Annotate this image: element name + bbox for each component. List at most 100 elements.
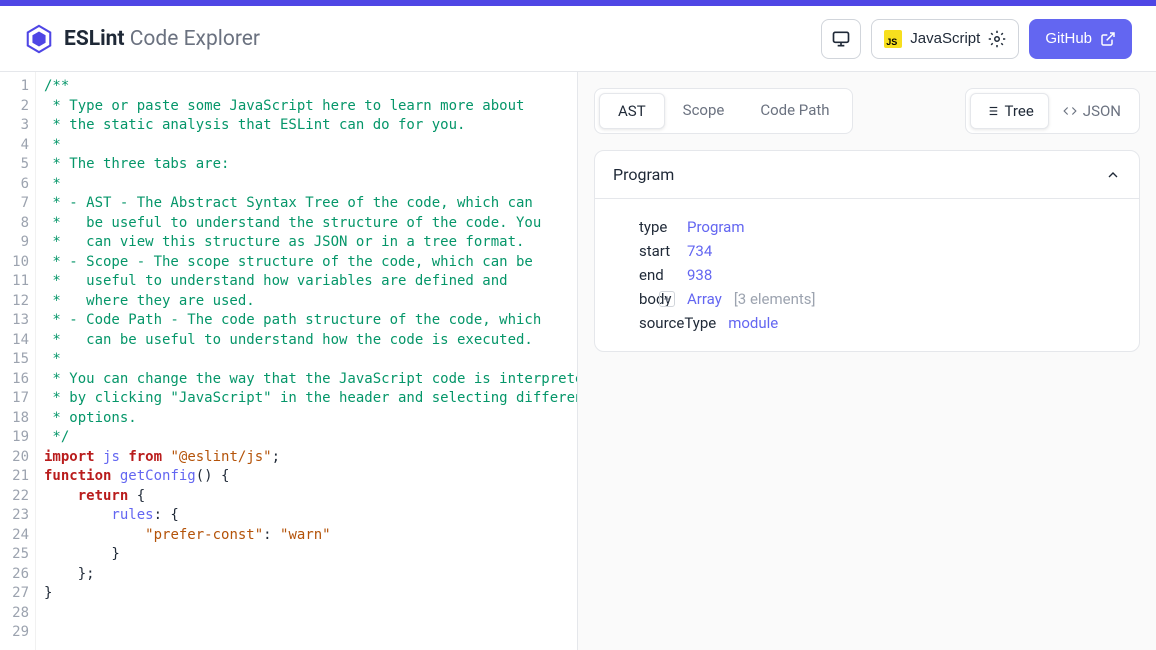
line-number: 26 <box>0 565 29 585</box>
ast-prop-value: 734 <box>687 242 712 260</box>
ast-prop-row: sourceType module <box>639 311 1121 335</box>
right-panel: ASTScopeCode Path TreeJSON Program type P… <box>578 72 1156 650</box>
tab-code-path[interactable]: Code Path <box>742 93 847 129</box>
line-number: 4 <box>0 136 29 156</box>
analysis-tabs: ASTScopeCode Path <box>594 88 853 134</box>
code-line: * be useful to understand the structure … <box>44 214 569 234</box>
line-number: 9 <box>0 233 29 253</box>
ast-prop-value: module <box>728 314 778 332</box>
code-line: * the static analysis that ESLint can do… <box>44 116 569 136</box>
ast-prop-row: +bodyArray[3 elements] <box>639 287 1121 311</box>
code-area[interactable]: /** * Type or paste some JavaScript here… <box>36 72 577 650</box>
code-line: * options. <box>44 409 569 429</box>
line-number: 3 <box>0 116 29 136</box>
code-line: rules: { <box>44 506 569 526</box>
line-number: 25 <box>0 545 29 565</box>
view-json[interactable]: JSON <box>1049 93 1135 129</box>
line-number: 17 <box>0 389 29 409</box>
line-number: 20 <box>0 448 29 468</box>
line-number: 7 <box>0 194 29 214</box>
code-line: return { <box>44 487 569 507</box>
line-number: 24 <box>0 526 29 546</box>
code-line: * You can change the way that the JavaSc… <box>44 370 569 390</box>
github-label: GitHub <box>1045 30 1092 47</box>
code-line: * - Scope - The scope structure of the c… <box>44 253 569 273</box>
ast-prop-row: type Program <box>639 215 1121 239</box>
line-number: 15 <box>0 350 29 370</box>
line-gutter: 1234567891011121314151617181920212223242… <box>0 72 36 650</box>
line-number: 16 <box>0 370 29 390</box>
ast-panel-title: Program <box>613 165 674 184</box>
line-number: 14 <box>0 331 29 351</box>
code-line: * by clicking "JavaScript" in the header… <box>44 389 569 409</box>
code-icon <box>1063 104 1077 118</box>
code-line: * Type or paste some JavaScript here to … <box>44 97 569 117</box>
line-number: 19 <box>0 428 29 448</box>
ast-prop-row: start 734 <box>639 239 1121 263</box>
ast-panel: Program type Program start 734 end 938 +bodyAr… <box>594 150 1140 352</box>
line-number: 8 <box>0 214 29 234</box>
theme-toggle-button[interactable] <box>821 19 861 59</box>
code-line: "prefer-const": "warn" <box>44 526 569 546</box>
line-number: 2 <box>0 97 29 117</box>
code-line: /** <box>44 77 569 97</box>
code-line: * can view this structure as JSON or in … <box>44 233 569 253</box>
view-tree[interactable]: Tree <box>970 93 1049 129</box>
code-line: * <box>44 350 569 370</box>
code-line: } <box>44 584 569 604</box>
line-number: 11 <box>0 272 29 292</box>
language-selector-button[interactable]: JS JavaScript <box>871 19 1019 59</box>
gear-icon <box>988 30 1006 48</box>
code-line: * can be useful to understand how the co… <box>44 331 569 351</box>
ast-panel-header[interactable]: Program <box>595 151 1139 199</box>
eslint-logo-icon <box>24 24 54 54</box>
line-number: 21 <box>0 467 29 487</box>
chevron-up-icon <box>1105 167 1121 183</box>
line-number: 5 <box>0 155 29 175</box>
line-number: 28 <box>0 604 29 624</box>
line-number: 6 <box>0 175 29 195</box>
ast-prop-value: Array <box>687 290 722 308</box>
ast-prop-row: end 938 <box>639 263 1121 287</box>
expand-icon[interactable]: + <box>659 291 675 307</box>
ast-prop-key: sourceType <box>639 314 716 332</box>
ast-prop-value: 938 <box>687 266 712 284</box>
external-link-icon <box>1100 31 1116 47</box>
monitor-icon <box>831 29 851 49</box>
view-toggle: TreeJSON <box>965 88 1140 134</box>
code-line: * <box>44 136 569 156</box>
code-line: * - Code Path - The code path structure … <box>44 311 569 331</box>
line-number: 18 <box>0 409 29 429</box>
github-button[interactable]: GitHub <box>1029 19 1132 59</box>
tabs-row: ASTScopeCode Path TreeJSON <box>594 88 1140 134</box>
code-line: * where they are used. <box>44 292 569 312</box>
line-number: 29 <box>0 623 29 643</box>
code-line: * The three tabs are: <box>44 155 569 175</box>
line-number: 13 <box>0 311 29 331</box>
line-number: 12 <box>0 292 29 312</box>
header-right: JS JavaScript GitHub <box>821 19 1132 59</box>
ast-prop-value: Program <box>687 218 744 236</box>
brand-bold: ESLint <box>64 27 125 51</box>
ast-prop-key: end <box>639 266 675 284</box>
ast-prop-key: start <box>639 242 675 260</box>
code-editor[interactable]: 1234567891011121314151617181920212223242… <box>0 72 578 650</box>
ast-panel-body: type Program start 734 end 938 +bodyArray[3 el… <box>595 199 1139 351</box>
code-line: * useful to understand how variables are… <box>44 272 569 292</box>
main-content: 1234567891011121314151617181920212223242… <box>0 72 1156 650</box>
code-line: */ <box>44 428 569 448</box>
code-line: } <box>44 545 569 565</box>
logo-area: ESLint Code Explorer <box>24 24 260 54</box>
code-line: function getConfig() { <box>44 467 569 487</box>
code-line: import js from "@eslint/js"; <box>44 448 569 468</box>
ast-prop-key: type <box>639 218 675 236</box>
code-line: * <box>44 175 569 195</box>
line-number: 1 <box>0 77 29 97</box>
code-line: * - AST - The Abstract Syntax Tree of th… <box>44 194 569 214</box>
code-line: }; <box>44 565 569 585</box>
brand-light: Code Explorer <box>130 27 260 51</box>
line-number: 23 <box>0 506 29 526</box>
tab-ast[interactable]: AST <box>599 93 665 129</box>
tab-scope[interactable]: Scope <box>665 93 743 129</box>
list-icon <box>985 104 999 118</box>
